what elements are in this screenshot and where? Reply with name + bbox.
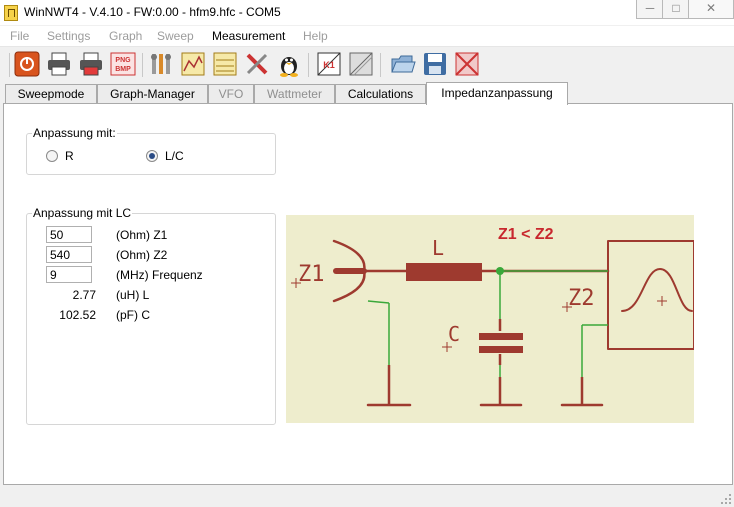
tab-vfo[interactable]: VFO [208, 84, 254, 104]
menu-graph[interactable]: Graph [109, 29, 142, 43]
capacitor-top-bar [479, 333, 523, 340]
printer-color-icon[interactable] [78, 51, 104, 77]
capacitance-label: (pF) C [116, 308, 150, 322]
tab-graph-manager[interactable]: Graph-Manager [97, 84, 208, 104]
svg-text:K1: K1 [323, 60, 335, 70]
bmp-text: BMP [115, 66, 131, 73]
toolbar-separator [380, 53, 381, 77]
png-text: PNG [115, 57, 131, 64]
menu-settings[interactable]: Settings [47, 29, 90, 43]
maximize-button[interactable]: □ [662, 0, 690, 19]
app-icon [4, 5, 18, 21]
toolbar-grip [9, 53, 10, 77]
tab-calculations[interactable]: Calculations [335, 84, 426, 104]
radio-lc[interactable] [146, 150, 158, 162]
menu-file[interactable]: File [10, 29, 29, 43]
lc-matching-schematic: Z1 Z2 L C Z1 < Z2 [286, 215, 694, 423]
tab-sweepmode[interactable]: Sweepmode [5, 84, 97, 104]
anpassung-group-title: Anpassung mit: [32, 126, 117, 140]
graph-window-icon[interactable] [180, 51, 206, 77]
k1-calibrate-icon[interactable]: K1 [316, 51, 342, 77]
l-schematic-label: L [432, 236, 444, 260]
z2-label: (Ohm) Z2 [116, 248, 168, 262]
close-icon: ✕ [705, 1, 717, 15]
impedance-relation-label: Z1 < Z2 [498, 226, 554, 243]
title-bar: WinNWT4 - V.4.10 - FW:0.00 - hfm9.hfc - … [0, 0, 734, 25]
z1-schematic-label: Z1 [298, 262, 325, 287]
radio-r-label[interactable]: R [65, 149, 74, 163]
radio-r[interactable] [46, 150, 58, 162]
capacitor-bottom-bar [479, 346, 523, 353]
capacitance-value: 102.52 [59, 308, 96, 322]
minimize-button[interactable]: ─ [636, 0, 664, 19]
maximize-icon: □ [672, 1, 680, 15]
save-icon[interactable] [422, 51, 448, 77]
inductance-value: 2.77 [72, 288, 96, 302]
menu-bar: File Settings Graph Sweep Measurement He… [0, 26, 734, 47]
grid-icon[interactable] [454, 51, 480, 77]
menu-sweep[interactable]: Sweep [157, 29, 194, 43]
inductance-label: (uH) L [116, 288, 150, 302]
red-tools-icon[interactable] [244, 51, 270, 77]
frequency-label: (MHz) Frequenz [116, 268, 203, 282]
toolbar-separator [142, 53, 143, 77]
db-table-icon[interactable] [212, 51, 238, 77]
status-bar [0, 485, 734, 507]
tools-settings-icon[interactable] [148, 51, 174, 77]
inductor-l [406, 263, 482, 281]
frequency-input[interactable] [46, 266, 92, 283]
radio-lc-label[interactable]: L/C [165, 149, 184, 163]
toolbar: PNG BMP K1 [0, 47, 734, 81]
calibrate-icon[interactable] [348, 51, 374, 77]
tux-linux-icon[interactable] [276, 51, 302, 77]
menu-measurement[interactable]: Measurement [212, 29, 285, 43]
tab-wattmeter[interactable]: Wattmeter [254, 84, 335, 104]
power-icon[interactable] [14, 51, 40, 77]
z1-input[interactable] [46, 226, 92, 243]
resize-grip-icon[interactable] [721, 494, 731, 504]
z2-input[interactable] [46, 246, 92, 263]
impedanz-panel: Anpassung mit: R L/C Anpassung mit LC (O… [3, 103, 733, 485]
tab-bar: Sweepmode Graph-Manager VFO Wattmeter Ca… [0, 82, 734, 105]
lc-group-title: Anpassung mit LC [32, 206, 133, 220]
minimize-icon: ─ [645, 1, 655, 15]
window-title: WinNWT4 - V.4.10 - FW:0.00 - hfm9.hfc - … [24, 5, 281, 19]
open-folder-icon[interactable] [390, 51, 416, 77]
printer-icon[interactable] [46, 51, 72, 77]
c-schematic-label: C [448, 322, 460, 346]
menu-help[interactable]: Help [303, 29, 328, 43]
junction-node [496, 267, 504, 275]
toolbar-separator [308, 53, 309, 77]
z1-label: (Ohm) Z1 [116, 228, 168, 242]
tab-impedanzanpassung[interactable]: Impedanzanpassung [426, 82, 568, 105]
png-bmp-export-icon[interactable]: PNG BMP [110, 51, 136, 77]
close-button[interactable]: ✕ [688, 0, 734, 19]
